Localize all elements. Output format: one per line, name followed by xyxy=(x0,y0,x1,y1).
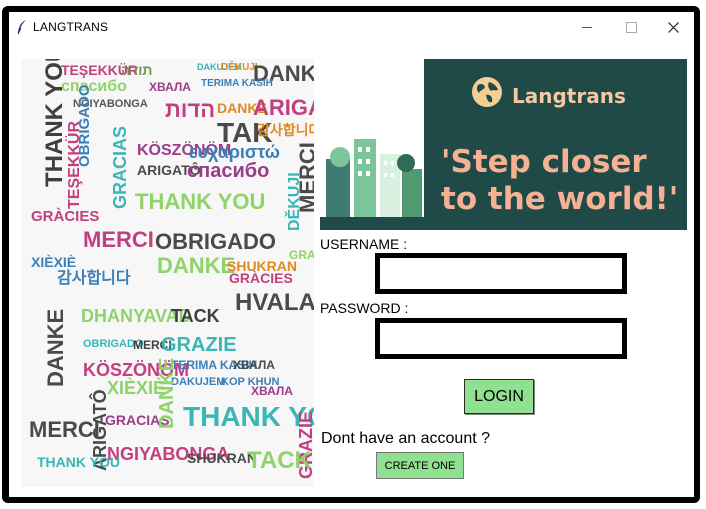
word-cloud-word: THANK YOU xyxy=(37,454,120,470)
app-window: LANGTRANS TEŞEKKÜR תודה DAKUJEM DĚKUJI DANKE… xyxy=(9,12,694,497)
word-cloud-word: MERCI xyxy=(83,227,154,252)
word-cloud-word: HVALA xyxy=(235,289,314,316)
word-cloud-word: THANK YOU xyxy=(135,189,266,214)
globe-icon xyxy=(472,77,502,107)
word-cloud-word: DANKE xyxy=(157,253,236,278)
brand-name: Langtrans xyxy=(512,84,626,108)
word-cloud-word: 감사합니다 xyxy=(57,270,131,287)
word-cloud-word: ХВАЛА xyxy=(233,358,275,372)
word-cloud-word: 감사합니다 xyxy=(257,122,314,138)
word-cloud-word: XIÈXIÈ xyxy=(31,254,77,270)
feather-icon xyxy=(17,20,26,35)
city-illustration xyxy=(320,59,424,230)
signup-prompt: Dont have an account ? xyxy=(321,430,491,447)
close-button[interactable] xyxy=(651,12,695,42)
word-cloud-word: GRÀCIES xyxy=(31,208,100,225)
title-bar[interactable]: LANGTRANS xyxy=(9,12,694,42)
word-cloud-word: спасибо xyxy=(187,160,270,182)
word-cloud-word: GRACIAS xyxy=(110,125,130,209)
password-field-frame xyxy=(375,318,627,359)
word-cloud-word: DANKE xyxy=(156,357,178,429)
login-button[interactable]: LOGIN xyxy=(464,379,534,414)
word-cloud-word: спасибо xyxy=(61,78,127,95)
close-icon xyxy=(667,21,679,33)
maximize-icon xyxy=(625,21,637,33)
username-field-frame xyxy=(375,253,627,294)
banner-tagline: 'Step closer to the world!' xyxy=(441,144,679,217)
word-cloud-word: OBRIGADO xyxy=(155,229,276,254)
word-cloud-word: DANKE xyxy=(43,308,68,387)
minimize-icon xyxy=(582,27,592,28)
minimize-button[interactable] xyxy=(565,12,609,42)
username-input[interactable] xyxy=(380,258,622,289)
window-title: LANGTRANS xyxy=(33,20,109,34)
word-cloud-word: TACK xyxy=(171,306,220,326)
word-cloud-word: GRÀCIES xyxy=(229,270,293,286)
word-cloud-word: DAKUJEM xyxy=(171,376,226,388)
word-cloud-word: TACK xyxy=(247,447,312,474)
word-cloud-word: GRACIAS xyxy=(289,248,314,262)
word-cloud-word: KOP KHUN xyxy=(221,376,280,388)
banner-image: Langtrans 'Step closer to the world!' xyxy=(320,59,687,230)
word-cloud-word: ευχαριστώ xyxy=(189,142,280,162)
password-input[interactable] xyxy=(380,323,622,354)
thank-you-word-cloud-image: TEŞEKKÜR תודה DAKUJEM DĚKUJI DANKE спасибо ХВА… xyxy=(21,59,314,487)
word-cloud-word: MERCI xyxy=(29,417,100,442)
word-cloud-word: DĚKUJI xyxy=(286,172,303,231)
word-cloud-word: GRAZIE xyxy=(161,334,237,356)
word-cloud-word: תודה xyxy=(121,62,153,78)
word-cloud-word: ХВАЛА xyxy=(149,80,191,94)
word-cloud-word: TEŞEKKÜR xyxy=(66,120,83,209)
maximize-button[interactable] xyxy=(609,12,653,42)
word-cloud-word: TERIMA KASIH xyxy=(201,78,273,89)
word-cloud-word: THANK YOU xyxy=(183,401,314,432)
username-label: USERNAME : xyxy=(320,236,408,252)
create-account-button[interactable]: CREATE ONE xyxy=(376,452,464,479)
word-cloud-word: ARIGATÔ xyxy=(253,95,314,120)
password-label: PASSWORD : xyxy=(320,300,409,316)
word-cloud-word: THANK YOU xyxy=(41,59,68,187)
word-cloud-word: הדות xyxy=(165,97,216,122)
